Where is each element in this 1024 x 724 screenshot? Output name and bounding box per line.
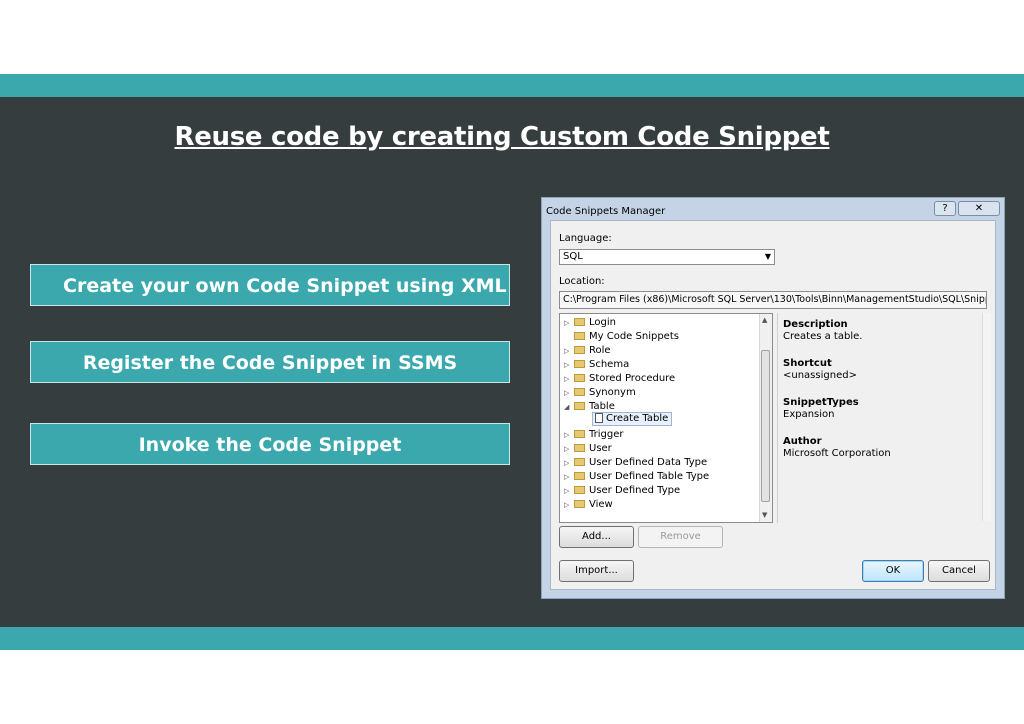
location-field[interactable]: C:\Program Files (x86)\Microsoft SQL Ser…	[559, 291, 987, 309]
snippet-file-icon	[595, 413, 603, 423]
folder-icon	[574, 346, 585, 354]
description-heading: Description	[783, 319, 848, 330]
tree-item-stored-procedure[interactable]: ▷ Stored Procedure	[564, 372, 675, 386]
cancel-button[interactable]: Cancel	[928, 560, 990, 582]
expand-arrow-icon[interactable]: ▷	[564, 358, 574, 372]
step-invoke-snippet: Invoke the Code Snippet	[30, 423, 510, 465]
tree-item-view[interactable]: ▷ View	[564, 498, 613, 512]
dialog-client-area: Language: SQL ▼ Location: C:\Program Fil…	[550, 220, 996, 590]
import-button[interactable]: Import...	[559, 560, 634, 582]
author-value: Microsoft Corporation	[783, 448, 891, 459]
open-folder-icon	[574, 402, 585, 410]
tree-item-user[interactable]: ▷ User	[564, 442, 612, 456]
snippet-description-panel: Description Creates a table. Shortcut <u…	[777, 313, 991, 523]
dialog-title: Code Snippets Manager	[546, 206, 666, 217]
scroll-down-icon[interactable]: ▼	[762, 511, 767, 519]
language-label: Language:	[559, 233, 612, 244]
author-heading: Author	[783, 436, 822, 447]
folder-icon	[574, 332, 585, 340]
tree-scrollbar[interactable]: ▲ ▼	[759, 314, 772, 522]
expand-arrow-icon[interactable]: ▷	[564, 484, 574, 498]
language-value: SQL	[563, 251, 583, 262]
folder-icon	[574, 486, 585, 494]
folder-icon	[574, 318, 585, 326]
code-snippets-manager-dialog: Code Snippets Manager ? ✕ Language: SQL …	[541, 197, 1005, 599]
shortcut-heading: Shortcut	[783, 358, 832, 369]
snippet-types-heading: SnippetTypes	[783, 397, 859, 408]
folder-icon	[574, 458, 585, 466]
top-accent-band	[0, 74, 1024, 97]
step-register-snippet: Register the Code Snippet in SSMS	[30, 341, 510, 383]
expand-arrow-icon[interactable]: ▷	[564, 456, 574, 470]
slide-title: Reuse code by creating Custom Code Snipp…	[174, 122, 830, 152]
tree-item-user-defined-data-type[interactable]: ▷ User Defined Data Type	[564, 456, 707, 470]
folder-icon	[574, 360, 585, 368]
close-button[interactable]: ✕	[958, 201, 1000, 216]
tree-item-my-code-snippets[interactable]: My Code Snippets	[564, 330, 679, 344]
tree-item-login[interactable]: ▷ Login	[564, 316, 616, 330]
language-select[interactable]: SQL ▼	[559, 249, 775, 265]
tree-item-create-table[interactable]: Create Table	[592, 412, 673, 426]
tree-item-trigger[interactable]: ▷ Trigger	[564, 428, 624, 442]
add-button[interactable]: Add...	[559, 526, 634, 548]
scrollbar-thumb[interactable]	[761, 350, 770, 502]
folder-icon	[574, 472, 585, 480]
tree-item-schema[interactable]: ▷ Schema	[564, 358, 629, 372]
tree-item-synonym[interactable]: ▷ Synonym	[564, 386, 636, 400]
help-button[interactable]: ?	[934, 201, 956, 216]
description-scrollbar[interactable]	[982, 313, 991, 521]
expand-arrow-icon[interactable]: ▷	[564, 372, 574, 386]
tree-item-user-defined-table-type[interactable]: ▷ User Defined Table Type	[564, 470, 709, 484]
ok-button[interactable]: OK	[862, 560, 924, 582]
shortcut-value: <unassigned>	[783, 370, 857, 381]
folder-icon	[574, 430, 585, 438]
folder-icon	[574, 500, 585, 508]
folder-icon	[574, 444, 585, 452]
expand-arrow-icon[interactable]: ▷	[564, 470, 574, 484]
snippet-folder-tree[interactable]: ▷ Login My Code Snippets ▷ Role ▷ Schema ▷ S…	[559, 313, 773, 523]
bottom-accent-band	[0, 627, 1024, 650]
expand-arrow-icon[interactable]: ▷	[564, 344, 574, 358]
remove-button[interactable]: Remove	[638, 526, 723, 548]
location-label: Location:	[559, 276, 605, 287]
expand-arrow-icon[interactable]: ▷	[564, 442, 574, 456]
tree-item-role[interactable]: ▷ Role	[564, 344, 611, 358]
scroll-up-icon[interactable]: ▲	[762, 316, 767, 324]
folder-icon	[574, 374, 585, 382]
expand-arrow-icon[interactable]: ▷	[564, 428, 574, 442]
tree-item-user-defined-type[interactable]: ▷ User Defined Type	[564, 484, 680, 498]
collapse-arrow-icon[interactable]: ◢	[564, 400, 574, 414]
step-create-snippet: Create your own Code Snippet using XML	[30, 264, 510, 306]
expand-arrow-icon[interactable]: ▷	[564, 316, 574, 330]
expand-arrow-icon[interactable]: ▷	[564, 386, 574, 400]
expand-arrow-icon[interactable]: ▷	[564, 498, 574, 512]
snippet-types-value: Expansion	[783, 409, 835, 420]
chevron-down-icon: ▼	[764, 252, 771, 261]
folder-icon	[574, 388, 585, 396]
description-value: Creates a table.	[783, 331, 863, 342]
